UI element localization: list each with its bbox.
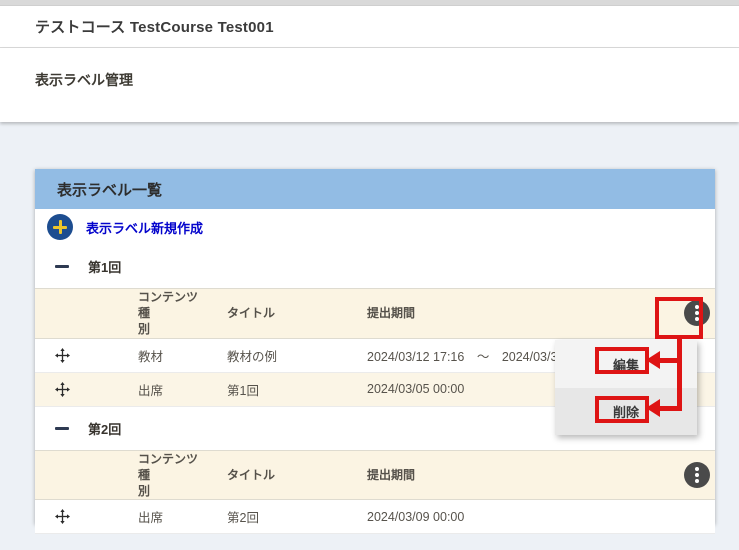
content-type-column-header: コンテンツ種 別	[118, 289, 207, 339]
cell-title: 第1回	[207, 372, 347, 406]
panel-title: 表示ラベル一覧	[57, 179, 162, 200]
section-label: 第2回	[88, 419, 121, 438]
move-icon[interactable]	[55, 382, 70, 397]
move-icon[interactable]	[55, 348, 70, 363]
create-label-row: 表示ラベル新規作成	[35, 209, 715, 245]
actions-column-header	[659, 450, 715, 500]
section-label: 第1回	[88, 257, 121, 276]
cell-content-type: 出席	[118, 372, 207, 406]
panel-header: 表示ラベル一覧	[35, 169, 715, 209]
course-title: テストコース TestCourse Test001	[35, 16, 274, 37]
drag-handle-cell	[35, 500, 118, 534]
table-header-row: コンテンツ種 別 タイトル 提出期間	[35, 289, 715, 339]
collapse-minus-icon[interactable]	[55, 427, 69, 430]
kebab-menu-icon[interactable]	[684, 462, 710, 488]
cell-period: 2024/03/09 00:00	[347, 500, 659, 534]
period-column-header: 提出期間	[347, 450, 659, 500]
cell-title: 教材の例	[207, 338, 347, 372]
course-header: テストコース TestCourse Test001	[0, 6, 739, 48]
create-label-link[interactable]: 表示ラベル新規作成	[86, 218, 203, 237]
drag-handle-cell	[35, 338, 118, 372]
actions-column-header	[659, 289, 715, 339]
table-row: 出席 第2回 2024/03/09 00:00	[35, 500, 715, 534]
handle-column-header	[35, 289, 118, 339]
title-column-header: タイトル	[207, 450, 347, 500]
menu-item-edit[interactable]: 編集	[555, 340, 697, 388]
handle-column-header	[35, 450, 118, 500]
table-header-row: コンテンツ種 別 タイトル 提出期間	[35, 450, 715, 500]
cell-actions	[659, 500, 715, 534]
page-title: 表示ラベル管理	[35, 72, 133, 88]
cell-content-type: 出席	[118, 500, 207, 534]
move-icon[interactable]	[55, 509, 70, 524]
context-menu: 編集 削除	[555, 340, 697, 435]
cell-title: 第2回	[207, 500, 347, 534]
plus-icon[interactable]	[47, 214, 73, 240]
kebab-menu-icon[interactable]	[684, 300, 710, 326]
labels-table-2: コンテンツ種 別 タイトル 提出期間 出席 第2回 2024/03/09 00:…	[35, 450, 715, 535]
period-column-header: 提出期間	[347, 289, 659, 339]
content-type-column-header: コンテンツ種 別	[118, 450, 207, 500]
menu-item-delete[interactable]: 削除	[555, 388, 697, 435]
page-header: 表示ラベル管理	[0, 48, 739, 122]
title-column-header: タイトル	[207, 289, 347, 339]
collapse-minus-icon[interactable]	[55, 265, 69, 268]
section-header-1: 第1回	[35, 245, 715, 288]
cell-content-type: 教材	[118, 338, 207, 372]
drag-handle-cell	[35, 372, 118, 406]
